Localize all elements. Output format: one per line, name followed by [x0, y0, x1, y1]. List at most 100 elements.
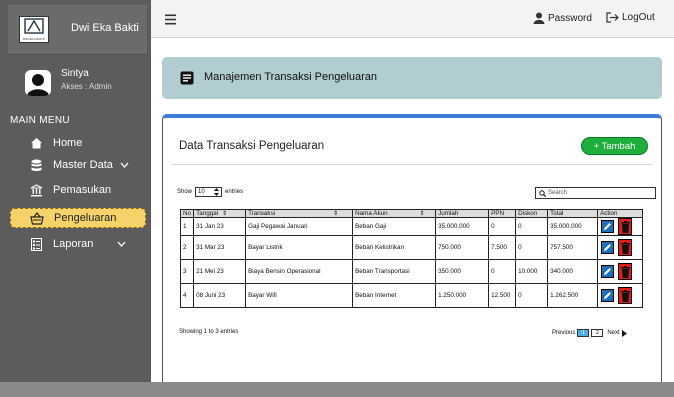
bank-icon [28, 182, 44, 198]
cell-ppn: 0 [488, 259, 517, 284]
cell-tanggal: 31 Jan 23 [193, 217, 247, 236]
search-placeholder: Search [548, 190, 568, 196]
add-button[interactable]: + Tambah [581, 137, 648, 155]
logo-mark-icon [24, 18, 44, 34]
cell-ppn: 7.500 [488, 235, 517, 260]
table-row: 2 31 Mar 23 Bayar Listrik Beban Kelistrikan… [179, 235, 644, 260]
sidebar-item-master-data[interactable]: Master Data [10, 155, 146, 175]
col-ppn: PPN [488, 209, 517, 218]
password-link[interactable]: Password [533, 12, 592, 24]
edit-button[interactable] [601, 241, 615, 254]
trash-icon [620, 220, 630, 233]
sidebar-item-label: Laporan [53, 238, 94, 250]
cell-nama-akun: Beban Internet [352, 283, 437, 308]
cell-no: 3 [179, 259, 195, 284]
col-total: Total [547, 209, 599, 218]
cell-ppn: 12.500 [488, 283, 517, 308]
table-row: 1 31 Jan 23 Gaji Pegawai Januari Beban Gaji… [179, 217, 644, 236]
edit-button[interactable] [601, 220, 615, 233]
cell-jumlah: 1.250.000 [435, 283, 490, 308]
col-action: Action [597, 209, 644, 218]
hamburger-menu-icon[interactable] [165, 12, 176, 30]
cell-diskon: 0 [515, 283, 549, 308]
show-entries-control: Show 10 entries [177, 187, 243, 197]
delete-button[interactable] [618, 239, 633, 256]
edit-button[interactable] [601, 289, 615, 302]
col-no: No [179, 209, 195, 218]
cell-total: 35.000.000 [547, 217, 599, 236]
cell-diskon: 10.000 [515, 259, 549, 284]
cell-no: 1 [179, 217, 195, 236]
user-silhouette-icon [25, 70, 51, 96]
pencil-icon [604, 292, 612, 299]
user-icon [533, 12, 545, 24]
action-group [600, 239, 640, 256]
play-arrow-icon [621, 329, 627, 337]
cell-diskon: 0 [515, 235, 549, 260]
sidebar-item-home[interactable]: Home [10, 133, 146, 153]
page-1-button[interactable]: 1 [577, 329, 590, 337]
page-2-button[interactable]: 2 [591, 329, 604, 337]
cell-nama-akun: Beban Gaji [352, 217, 437, 236]
trash-icon [620, 241, 630, 254]
company-logo: DWI EKA BAKTI [19, 16, 49, 43]
cell-action [597, 259, 644, 284]
cell-nama-akun: Beban Kelistrikan [352, 235, 437, 260]
cell-jumlah: 35.000.000 [435, 217, 490, 236]
delete-button[interactable] [618, 218, 633, 235]
action-group [600, 287, 640, 304]
sidebar-item-pemasukan[interactable]: Pemasukan [10, 180, 146, 200]
previous-button[interactable]: Previous [552, 330, 575, 336]
logout-icon [606, 12, 620, 23]
sort-icon: ⇕ [222, 211, 228, 217]
transactions-table: No Tanggal ⇕ Transaksi ⇕ Nama Akun ⇕ Jumlah… [179, 209, 644, 308]
sidebar: DWI EKA BAKTI Dwi Eka Bakti Sintya Akses… [0, 0, 151, 382]
footer-bar [0, 382, 674, 397]
cell-total: 340.000 [547, 259, 599, 284]
delete-button[interactable] [618, 263, 633, 280]
user-name: Sintya [61, 68, 89, 79]
pencil-icon [604, 223, 612, 230]
cell-jumlah: 750.000 [435, 235, 490, 260]
entries-select[interactable]: 10 [195, 187, 223, 197]
cell-transaksi: Gaji Pegawai Januari [245, 217, 354, 236]
brand-area: DWI EKA BAKTI Dwi Eka Bakti [8, 5, 147, 53]
action-group [600, 263, 640, 280]
col-tanggal[interactable]: Tanggal ⇕ [193, 209, 247, 218]
cell-transaksi: Biaya Bensin Operasional [245, 259, 354, 284]
show-label: Show [177, 189, 193, 195]
next-button[interactable]: Next [607, 330, 619, 336]
cell-no: 4 [179, 283, 195, 308]
cell-action [597, 217, 644, 236]
sidebar-item-label: Pengeluaran [54, 212, 117, 224]
search-input[interactable]: Search [535, 187, 656, 199]
cell-tanggal: 08 Juni 23 [193, 283, 247, 308]
user-panel: Sintya Akses : Admin [8, 62, 147, 102]
logout-link[interactable]: LogOut [606, 12, 655, 23]
trash-icon [620, 289, 630, 302]
sidebar-item-label: Master Data [53, 159, 113, 171]
logout-label: LogOut [622, 12, 655, 23]
table-row: 3 21 Mei 23 Biaya Bensin Operasional Beban … [179, 259, 644, 284]
col-nama-akun[interactable]: Nama Akun ⇕ [352, 209, 437, 218]
cell-action [597, 283, 644, 308]
delete-button[interactable] [618, 287, 633, 304]
sidebar-item-laporan[interactable]: Laporan [10, 234, 146, 254]
pencil-icon [604, 244, 612, 251]
sidebar-item-pengeluaran[interactable]: Pengeluaran [10, 208, 146, 228]
cell-transaksi: Bayar Wifi [245, 283, 354, 308]
cell-transaksi: Bayar Listrik [245, 235, 354, 260]
entries-label: entries [225, 189, 244, 195]
edit-button[interactable] [601, 265, 615, 278]
col-transaksi[interactable]: Transaksi ⇕ [245, 209, 354, 218]
cell-total: 1.262.500 [547, 283, 599, 308]
password-label: Password [548, 12, 592, 24]
cell-action [597, 235, 644, 260]
sidebar-item-label: Home [53, 137, 83, 149]
cell-no: 2 [179, 235, 195, 260]
trash-icon [620, 265, 630, 278]
database-icon [28, 157, 44, 173]
entries-select-value: 10 [198, 189, 205, 195]
top-bar: Password LogOut [151, 0, 674, 38]
page-header: Manajemen Transaksi Pengeluaran [162, 57, 662, 99]
